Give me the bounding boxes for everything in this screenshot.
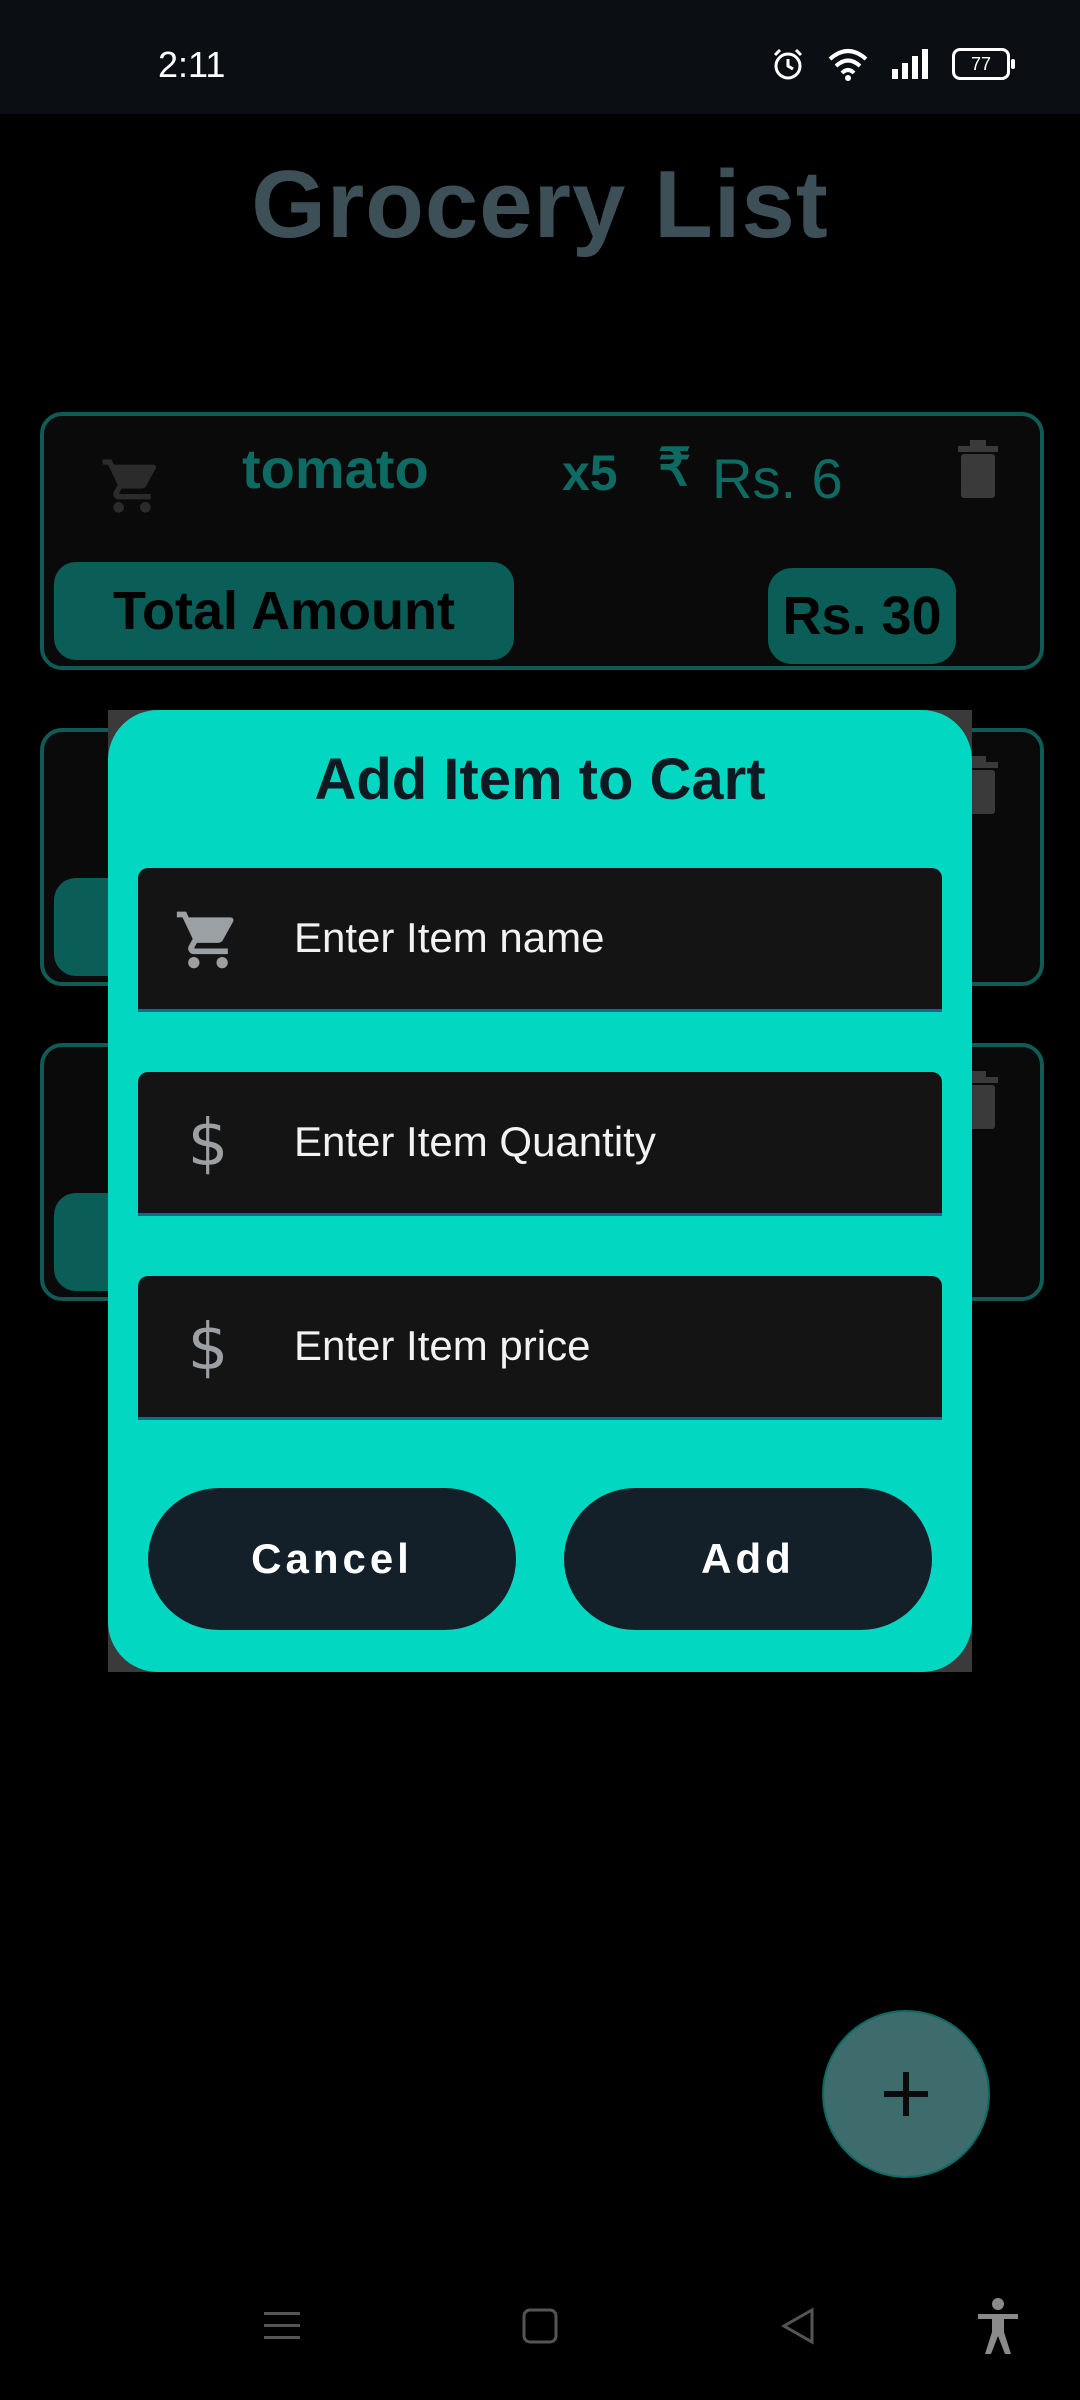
app-title: Grocery List [251,151,829,258]
item-name-placeholder: Enter Item name [294,914,605,961]
system-nav-bar [0,2290,1080,2380]
home-icon[interactable] [520,2306,560,2346]
signal-icon [892,49,928,79]
status-bar: 2:11 77 [0,0,1080,114]
item-name-field[interactable]: Enter Item name [138,868,942,1012]
wifi-icon [828,49,868,81]
cart-icon [102,459,157,513]
add-item-fab[interactable] [822,2010,990,2178]
accessibility-icon[interactable] [976,2298,1020,2354]
total-amount-label: Total Amount [54,562,514,660]
rupee-icon: ₹ [658,439,692,497]
item-quantity-field[interactable]: $ Enter Item Quantity [138,1072,942,1216]
dollar-icon: $ [187,1107,229,1181]
item-quantity-placeholder: Enter Item Quantity [294,1118,656,1165]
item-price-placeholder: Enter Item price [294,1322,591,1369]
grocery-item-card[interactable]: tomato x5 ₹ Rs. 6 Total Amount Rs. 30 [40,412,1044,670]
item-name: tomato [242,437,429,500]
alarm-icon [773,48,803,80]
plus-icon [884,2072,928,2116]
status-time: 2:11 [158,44,226,85]
back-icon[interactable] [778,2306,818,2346]
item-price-field[interactable]: $ Enter Item price [138,1276,942,1420]
dollar-icon: $ [187,1311,229,1385]
add-item-dialog: Add Item to Cart Enter Item name $ Enter… [108,710,972,1672]
add-button[interactable]: Add [564,1488,932,1630]
total-amount-value: Rs. 30 [768,568,956,664]
item-quantity: x5 [562,445,618,501]
menu-icon[interactable] [262,2306,302,2346]
item-price: Rs. 6 [712,447,843,510]
battery-indicator: 77 [952,48,1015,80]
cancel-button[interactable]: Cancel [148,1488,516,1630]
status-icons: 77 [770,46,1015,82]
delete-icon[interactable] [954,440,1002,498]
dialog-title: Add Item to Cart [314,747,766,812]
cart-icon [174,908,242,972]
